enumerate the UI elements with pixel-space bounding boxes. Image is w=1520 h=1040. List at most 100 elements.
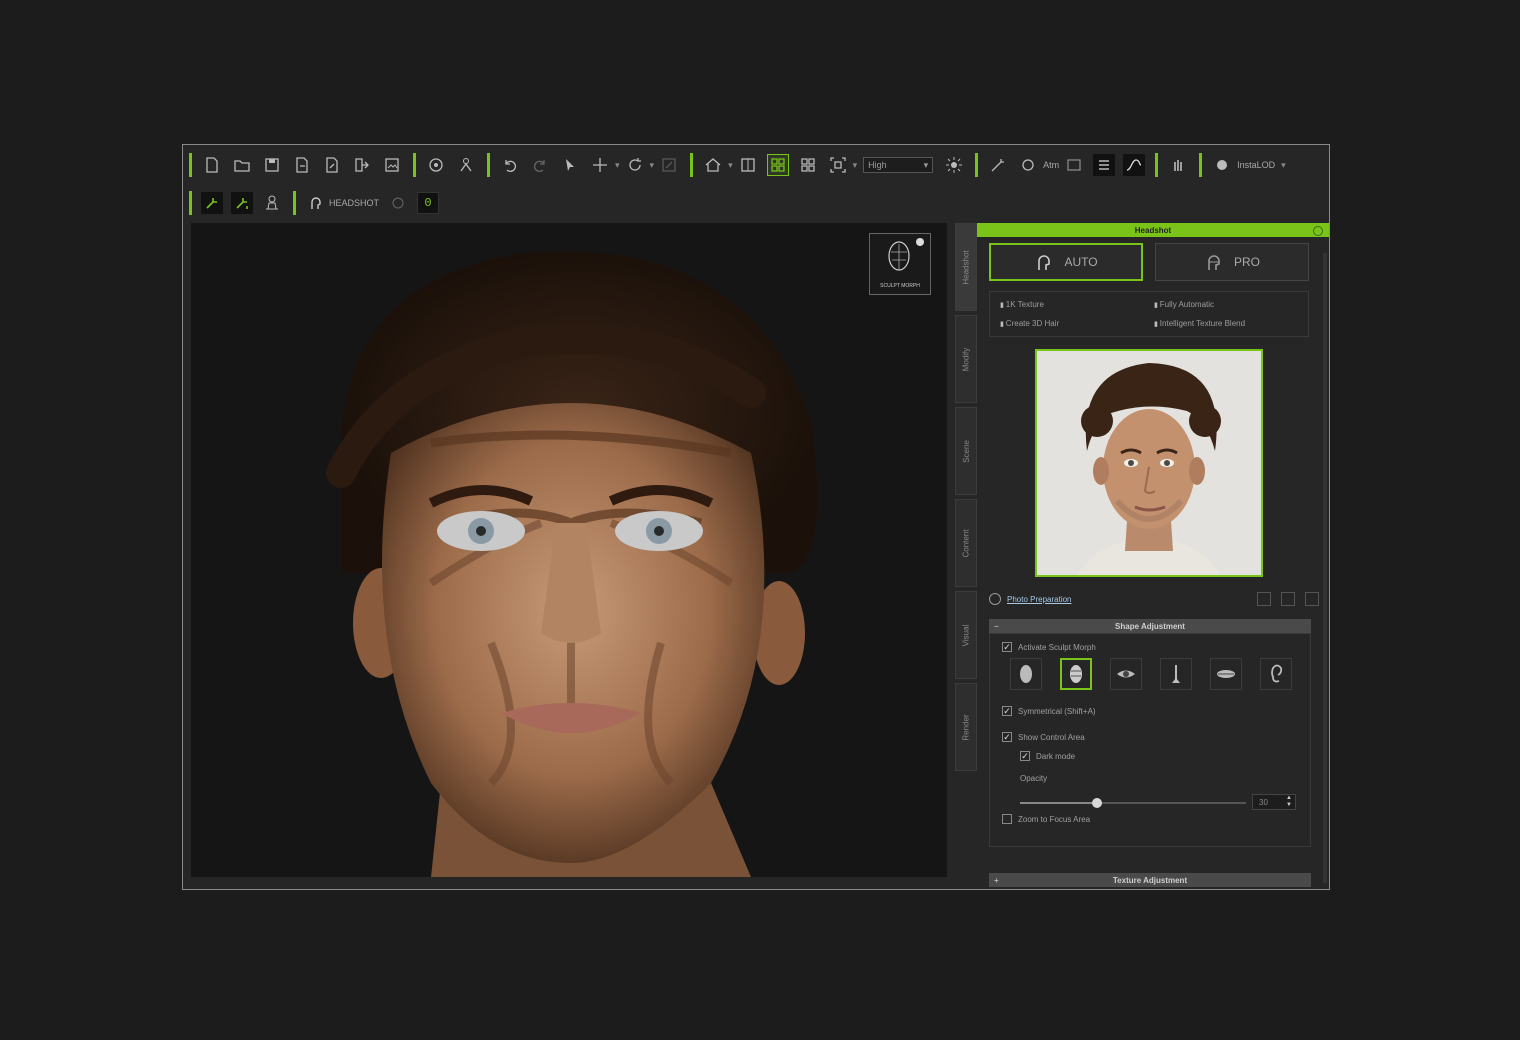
undo-icon[interactable] [499, 154, 521, 176]
rotate-icon[interactable] [624, 154, 646, 176]
fit-dropdown-arrow[interactable]: ▾ [853, 160, 858, 171]
sculpt-morph-badge[interactable]: SCULPT MORPH [869, 233, 931, 295]
symmetrical-checkbox[interactable]: ✓ Symmetrical (Shift+A) [1002, 706, 1096, 716]
chevron-down-icon: ▾ [923, 159, 929, 170]
spin-arrows-icon[interactable]: ▲ ▼ [1286, 795, 1292, 809]
head-model-render [326, 251, 818, 877]
move-icon[interactable] [589, 154, 611, 176]
activate-sculpt-label: Activate Sculpt Morph [1018, 642, 1096, 652]
toggle-panel-icon[interactable] [1093, 154, 1116, 176]
hand-icon[interactable] [1167, 154, 1189, 176]
render-icon[interactable] [1063, 154, 1085, 176]
face-mesh-icon[interactable] [1060, 658, 1092, 690]
tab-render[interactable]: Render [955, 683, 977, 771]
toolbar-separator [189, 153, 192, 177]
pro-mode-label: PRO [1233, 255, 1260, 269]
smart-search-icon[interactable] [425, 154, 447, 176]
scale-icon[interactable] [658, 154, 680, 176]
light-icon[interactable] [943, 154, 965, 176]
panel-scrollbar[interactable] [1323, 253, 1327, 883]
generate-head-icon[interactable] [201, 192, 223, 214]
reload-photo-icon[interactable] [1257, 592, 1271, 606]
atm-icon[interactable] [1017, 154, 1039, 176]
nose-icon[interactable] [1160, 658, 1192, 690]
photo-preparation-link[interactable]: Photo Preparation [1007, 595, 1072, 604]
rotate-dropdown-arrow[interactable]: ▾ [650, 160, 655, 171]
ear-icon[interactable] [1260, 658, 1292, 690]
quad-view-icon[interactable] [766, 154, 789, 176]
headshot-icon[interactable] [305, 192, 327, 214]
main-toolbar: ▾ ▾ ▾ ▾ High ▾ Atm InstaLOD ▾ [183, 147, 1329, 183]
zoom-focus-checkbox[interactable]: Zoom to Focus Area [1002, 814, 1090, 824]
magic-wand-icon[interactable] [987, 154, 1009, 176]
grid-view-icon[interactable] [797, 154, 819, 176]
headshot-toolbar: HEADSHOT 0 [183, 185, 443, 221]
3d-viewport[interactable]: SCULPT MORPH [191, 223, 947, 877]
toolbar-separator [487, 153, 490, 177]
camera-dropdown-arrow[interactable]: ▾ [728, 160, 733, 171]
instalod-dropdown-arrow[interactable]: ▾ [1281, 160, 1286, 171]
auto-head-icon [1038, 255, 1051, 270]
import-icon[interactable] [291, 154, 313, 176]
load-photo-icon[interactable] [1305, 592, 1319, 606]
exit-icon[interactable] [351, 154, 373, 176]
checkbox-checked-icon: ✓ [1002, 642, 1012, 652]
quality-combo-value: High [868, 160, 887, 170]
redo-icon[interactable] [529, 154, 551, 176]
opacity-slider-handle[interactable] [1091, 798, 1102, 808]
tab-modify-label: Modify [961, 347, 971, 371]
export-icon[interactable] [321, 154, 343, 176]
save-icon[interactable] [261, 154, 283, 176]
quality-combo[interactable]: High ▾ [863, 157, 934, 173]
dark-mode-checkbox[interactable]: ✓ Dark mode [1020, 751, 1075, 761]
regenerate-head-icon[interactable] [231, 192, 253, 214]
select-arrow-icon[interactable] [559, 154, 581, 176]
character-icon[interactable] [455, 154, 477, 176]
crop-photo-icon[interactable] [1281, 592, 1295, 606]
headshot-label[interactable]: HEADSHOT [329, 198, 379, 208]
activate-sculpt-checkbox[interactable]: ✓ Activate Sculpt Morph [1002, 642, 1096, 652]
auto-mode-button[interactable]: AUTO [989, 243, 1143, 281]
face-scan-icon [888, 238, 924, 271]
source-photo[interactable] [1035, 349, 1263, 577]
portrait-photo [1037, 351, 1261, 575]
single-view-icon[interactable] [737, 154, 759, 176]
tab-content[interactable]: Content [955, 499, 977, 587]
tab-headshot-label: Headshot [961, 249, 971, 285]
side-tabs: Headshot Modify Scene Content Visual Ren… [955, 223, 977, 783]
pro-mode-button[interactable]: PRO [1155, 243, 1309, 281]
image-icon[interactable] [381, 154, 403, 176]
shape-adjustment-header[interactable]: − Shape Adjustment [989, 619, 1311, 633]
opacity-spinbox[interactable]: 30 ▲ ▼ [1252, 794, 1296, 810]
instalod-label[interactable]: InstaLOD [1237, 160, 1275, 170]
help-icon[interactable] [387, 192, 409, 214]
opacity-value: 30 [1259, 797, 1268, 807]
tab-visual[interactable]: Visual [955, 591, 977, 679]
move-dropdown-arrow[interactable]: ▾ [615, 160, 620, 171]
collapse-icon[interactable]: − [994, 622, 999, 631]
face-outline-icon[interactable] [1010, 658, 1042, 690]
texture-adjustment-header[interactable]: + Texture Adjustment [989, 873, 1311, 887]
new-file-icon[interactable] [201, 154, 223, 176]
fit-view-icon[interactable] [827, 154, 849, 176]
mouth-icon[interactable] [1210, 658, 1242, 690]
body-icon[interactable] [261, 192, 283, 214]
home-icon[interactable] [702, 154, 724, 176]
tab-modify[interactable]: Modify [955, 315, 977, 403]
expand-icon[interactable]: + [994, 876, 999, 885]
toolbar-separator [189, 191, 192, 215]
pin-icon[interactable] [1313, 226, 1323, 236]
feature-item: 1K Texture [1000, 300, 1044, 309]
toolbar-separator [1199, 153, 1203, 177]
feature-item: Intelligent Texture Blend [1154, 319, 1245, 328]
curve-editor-icon[interactable] [1123, 154, 1146, 176]
tab-scene[interactable]: Scene [955, 407, 977, 495]
show-control-area-checkbox[interactable]: ✓ Show Control Area [1002, 732, 1085, 742]
open-folder-icon[interactable] [231, 154, 253, 176]
opacity-slider[interactable] [1020, 798, 1246, 808]
eye-icon[interactable] [1110, 658, 1142, 690]
tab-headshot[interactable]: Headshot [955, 223, 977, 311]
show-control-area-label: Show Control Area [1018, 732, 1085, 742]
instalod-icon[interactable] [1211, 154, 1233, 176]
panel-title: Headshot [1134, 225, 1172, 235]
